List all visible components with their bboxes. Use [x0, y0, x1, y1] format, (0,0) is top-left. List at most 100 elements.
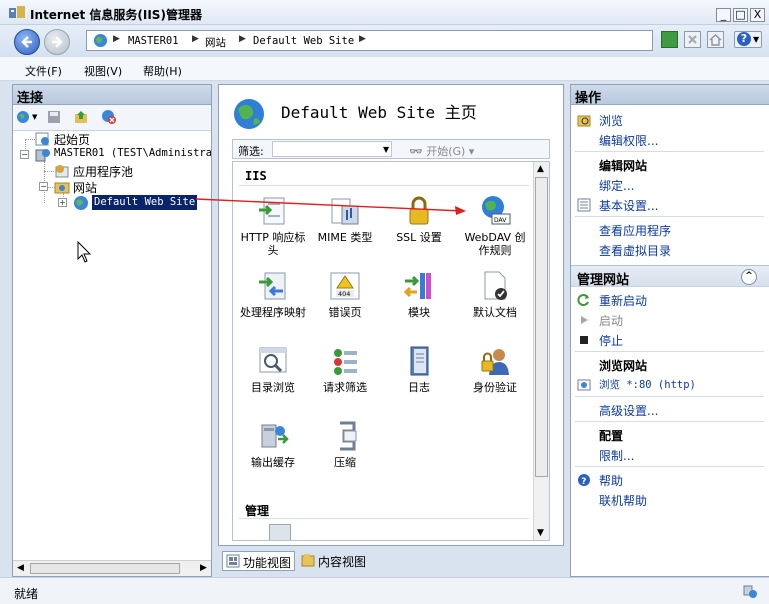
chevron-down-icon[interactable]: ▼: [383, 145, 389, 154]
feature-error-pages[interactable]: 404 错误页: [309, 269, 381, 319]
action-stop[interactable]: 停止: [599, 332, 623, 349]
close-button[interactable]: X: [750, 8, 765, 22]
collapse-server-toggle[interactable]: −: [20, 150, 29, 159]
features-v-scrollbar[interactable]: ▲ ▼: [533, 162, 549, 540]
section-divider: [239, 185, 529, 186]
expand-site-toggle[interactable]: +: [58, 198, 67, 207]
modules-icon: [403, 273, 431, 299]
action-browse-binding[interactable]: 浏览 *:80 (http): [599, 377, 696, 392]
globe-icon: [93, 33, 108, 48]
feature-authentication[interactable]: 身份验证: [459, 344, 531, 394]
browse-site-header: 浏览网站: [599, 359, 648, 373]
crumb-server[interactable]: MASTER01: [128, 35, 179, 47]
crumb-arrow-icon: ▶: [113, 34, 120, 44]
action-help[interactable]: 帮助: [599, 472, 623, 489]
actions-pane: 操作 浏览 编辑权限... 编辑网站 绑定... 基本设置... 查看应用程序 …: [570, 84, 769, 577]
scroll-right-icon[interactable]: ▶: [200, 563, 207, 573]
filter-bar: 筛选: ▼ 👓 开始(G) ▾: [232, 139, 550, 159]
action-online-help[interactable]: 联机帮助: [599, 492, 647, 509]
page-title: Default Web Site 主页: [281, 103, 477, 122]
mime-types-icon: [331, 198, 359, 225]
feature-ssl-settings[interactable]: SSL 设置: [383, 194, 455, 244]
action-restart[interactable]: 重新启动: [599, 292, 647, 309]
status-bar: 就绪: [0, 577, 769, 604]
action-view-virtual-directories[interactable]: 查看虚拟目录: [599, 242, 671, 259]
website-globe-icon: [74, 196, 88, 210]
scroll-down-icon[interactable]: ▼: [537, 528, 544, 538]
stop-x-icon: [688, 35, 697, 44]
feature-default-document[interactable]: 默认文档: [459, 269, 531, 319]
crumb-sites[interactable]: 网站: [205, 35, 226, 50]
connect-globe-icon[interactable]: [16, 109, 32, 125]
connections-h-scrollbar[interactable]: ◀ ▶: [13, 560, 211, 576]
content-view-icon: [301, 554, 315, 567]
crumb-arrow-icon: ▶: [192, 34, 199, 44]
home-icon[interactable]: [707, 31, 724, 48]
main-area: 连接 ▼ 起始页 − MASTER01 (TEST\Administrat 应用…: [0, 81, 769, 577]
go-button[interactable]: 👓 开始(G) ▾: [409, 143, 474, 159]
up-level-icon[interactable]: [73, 109, 89, 125]
action-advanced-settings[interactable]: 高级设置...: [599, 402, 658, 419]
start-icon: [581, 316, 588, 324]
feature-output-caching[interactable]: 输出缓存: [237, 419, 309, 469]
action-edit-permissions[interactable]: 编辑权限...: [599, 132, 658, 149]
scroll-thumb[interactable]: [535, 177, 548, 477]
authentication-icon: [481, 349, 509, 375]
scroll-left-icon[interactable]: ◀: [17, 563, 24, 573]
webdav-icon: DAV: [482, 196, 511, 225]
scroll-up-icon[interactable]: ▲: [537, 164, 544, 174]
chevron-down-icon[interactable]: ▼: [32, 113, 37, 121]
section-header-iis: IIS: [245, 169, 267, 183]
forward-button[interactable]: [44, 29, 70, 55]
feature-modules[interactable]: 模块: [383, 269, 455, 319]
menu-file[interactable]: 文件(F): [25, 63, 62, 79]
scroll-thumb[interactable]: [30, 563, 180, 574]
action-explore[interactable]: 浏览: [599, 112, 623, 129]
action-view-applications[interactable]: 查看应用程序: [599, 222, 671, 239]
status-text: 就绪: [14, 587, 39, 601]
feature-directory-browsing[interactable]: 目录浏览: [237, 344, 309, 394]
output-caching-icon: [261, 424, 289, 448]
tab-content-view[interactable]: 内容视图: [298, 551, 369, 571]
crumb-default-web-site[interactable]: Default Web Site: [253, 35, 354, 47]
feature-http-response-headers[interactable]: HTTP 响应标头: [237, 194, 309, 257]
management-feature-icon[interactable]: [269, 524, 291, 540]
delete-connection-icon[interactable]: [101, 109, 117, 125]
padlock-icon: [409, 196, 429, 225]
feature-compression[interactable]: 压缩: [309, 419, 381, 469]
action-basic-settings[interactable]: 基本设置...: [599, 197, 658, 214]
tab-features-view[interactable]: 功能视图: [222, 551, 296, 571]
section-header-management: 管理: [245, 504, 270, 518]
back-button[interactable]: [14, 29, 40, 55]
feature-logging[interactable]: 日志: [383, 344, 455, 394]
feature-mime-types[interactable]: MIME 类型: [309, 194, 381, 244]
collapse-section-button[interactable]: ^: [741, 269, 757, 285]
minimize-button[interactable]: _: [716, 8, 731, 22]
save-icon[interactable]: [46, 109, 62, 125]
collapse-sites-toggle[interactable]: −: [39, 182, 48, 191]
action-bindings[interactable]: 绑定...: [599, 177, 634, 194]
menu-view[interactable]: 视图(V): [84, 63, 122, 79]
connections-toolbar: ▼: [13, 105, 211, 131]
filter-input[interactable]: [272, 141, 392, 157]
menu-help[interactable]: 帮助(H): [143, 63, 182, 79]
stop-icon[interactable]: [684, 31, 701, 48]
site-globe-icon: [234, 99, 264, 129]
request-filtering-icon: [334, 349, 357, 375]
feature-webdav-authoring-rules[interactable]: DAV WebDAV 创作规则: [459, 194, 531, 257]
help-dropdown[interactable]: ? ▼: [734, 31, 762, 48]
edit-site-header: 编辑网站: [599, 159, 648, 173]
feature-request-filtering[interactable]: 请求筛选: [309, 344, 381, 394]
explore-folder-icon: [577, 115, 591, 127]
action-limits[interactable]: 限制...: [599, 447, 634, 464]
stop-square-icon: [580, 336, 588, 344]
address-bar[interactable]: ▶ MASTER01 ▶ 网站 ▶ Default Web Site ▶: [86, 30, 653, 51]
feature-handler-mappings[interactable]: 处理程序映射: [237, 269, 309, 319]
maximize-button[interactable]: □: [733, 8, 748, 22]
action-start[interactable]: 启动: [599, 312, 623, 329]
logging-icon: [410, 346, 429, 376]
connections-pane: 连接 ▼ 起始页 − MASTER01 (TEST\Administrat 应用…: [12, 84, 212, 577]
error-page-icon: 404: [330, 272, 360, 300]
refresh-icon[interactable]: [661, 31, 678, 48]
crumb-arrow-icon: ▶: [239, 34, 246, 44]
